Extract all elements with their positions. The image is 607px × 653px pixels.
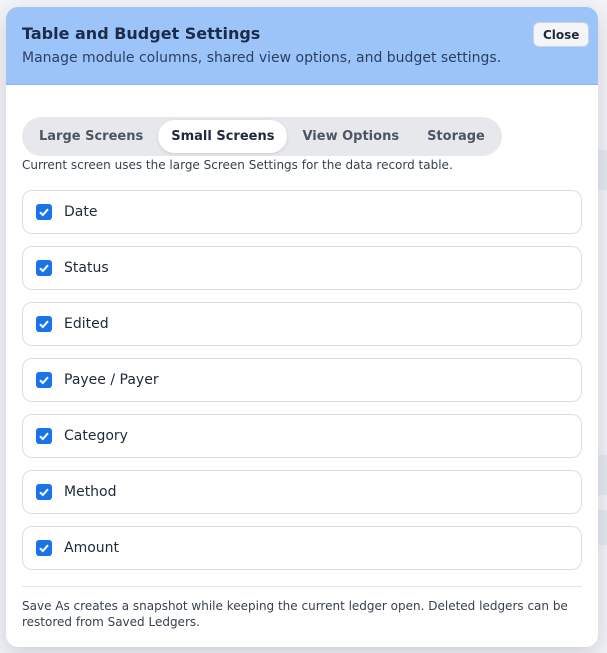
modal-header: Table and Budget Settings Manage module … — [6, 7, 598, 85]
column-toggle-edited[interactable]: Edited — [22, 302, 582, 346]
column-toggle-amount[interactable]: Amount — [22, 526, 582, 570]
tab-storage[interactable]: Storage — [414, 120, 498, 153]
footer-note: Save As creates a snapshot while keeping… — [22, 599, 568, 629]
checkbox-checked-icon[interactable] — [36, 484, 52, 500]
column-label: Method — [64, 484, 117, 500]
divider — [22, 586, 582, 587]
column-list: Date Status Edited Payee / Payer Categor… — [22, 190, 582, 582]
settings-modal: Table and Budget Settings Manage module … — [6, 7, 598, 647]
column-toggle-status[interactable]: Status — [22, 246, 582, 290]
tab-large-screens[interactable]: Large Screens — [26, 120, 156, 153]
checkbox-checked-icon[interactable] — [36, 204, 52, 220]
column-toggle-method[interactable]: Method — [22, 470, 582, 514]
column-label: Payee / Payer — [64, 372, 159, 388]
column-label: Edited — [64, 316, 109, 332]
close-button[interactable]: Close — [533, 22, 590, 47]
column-label: Category — [64, 428, 128, 444]
checkbox-checked-icon[interactable] — [36, 428, 52, 444]
tab-view-options[interactable]: View Options — [289, 120, 412, 153]
modal-title: Table and Budget Settings — [22, 24, 261, 43]
checkbox-checked-icon[interactable] — [36, 540, 52, 556]
column-toggle-payee-payer[interactable]: Payee / Payer — [22, 358, 582, 402]
column-toggle-date[interactable]: Date — [22, 190, 582, 234]
screen-info-text: Current screen uses the large Screen Set… — [22, 158, 453, 172]
tab-bar: Large Screens Small Screens View Options… — [22, 117, 502, 156]
checkbox-checked-icon[interactable] — [36, 372, 52, 388]
checkbox-checked-icon[interactable] — [36, 260, 52, 276]
tab-small-screens[interactable]: Small Screens — [158, 120, 288, 153]
column-label: Amount — [64, 540, 120, 556]
column-label: Date — [64, 204, 98, 220]
modal-subtitle: Manage module columns, shared view optio… — [22, 50, 502, 66]
checkbox-checked-icon[interactable] — [36, 316, 52, 332]
column-toggle-category[interactable]: Category — [22, 414, 582, 458]
column-label: Status — [64, 260, 109, 276]
